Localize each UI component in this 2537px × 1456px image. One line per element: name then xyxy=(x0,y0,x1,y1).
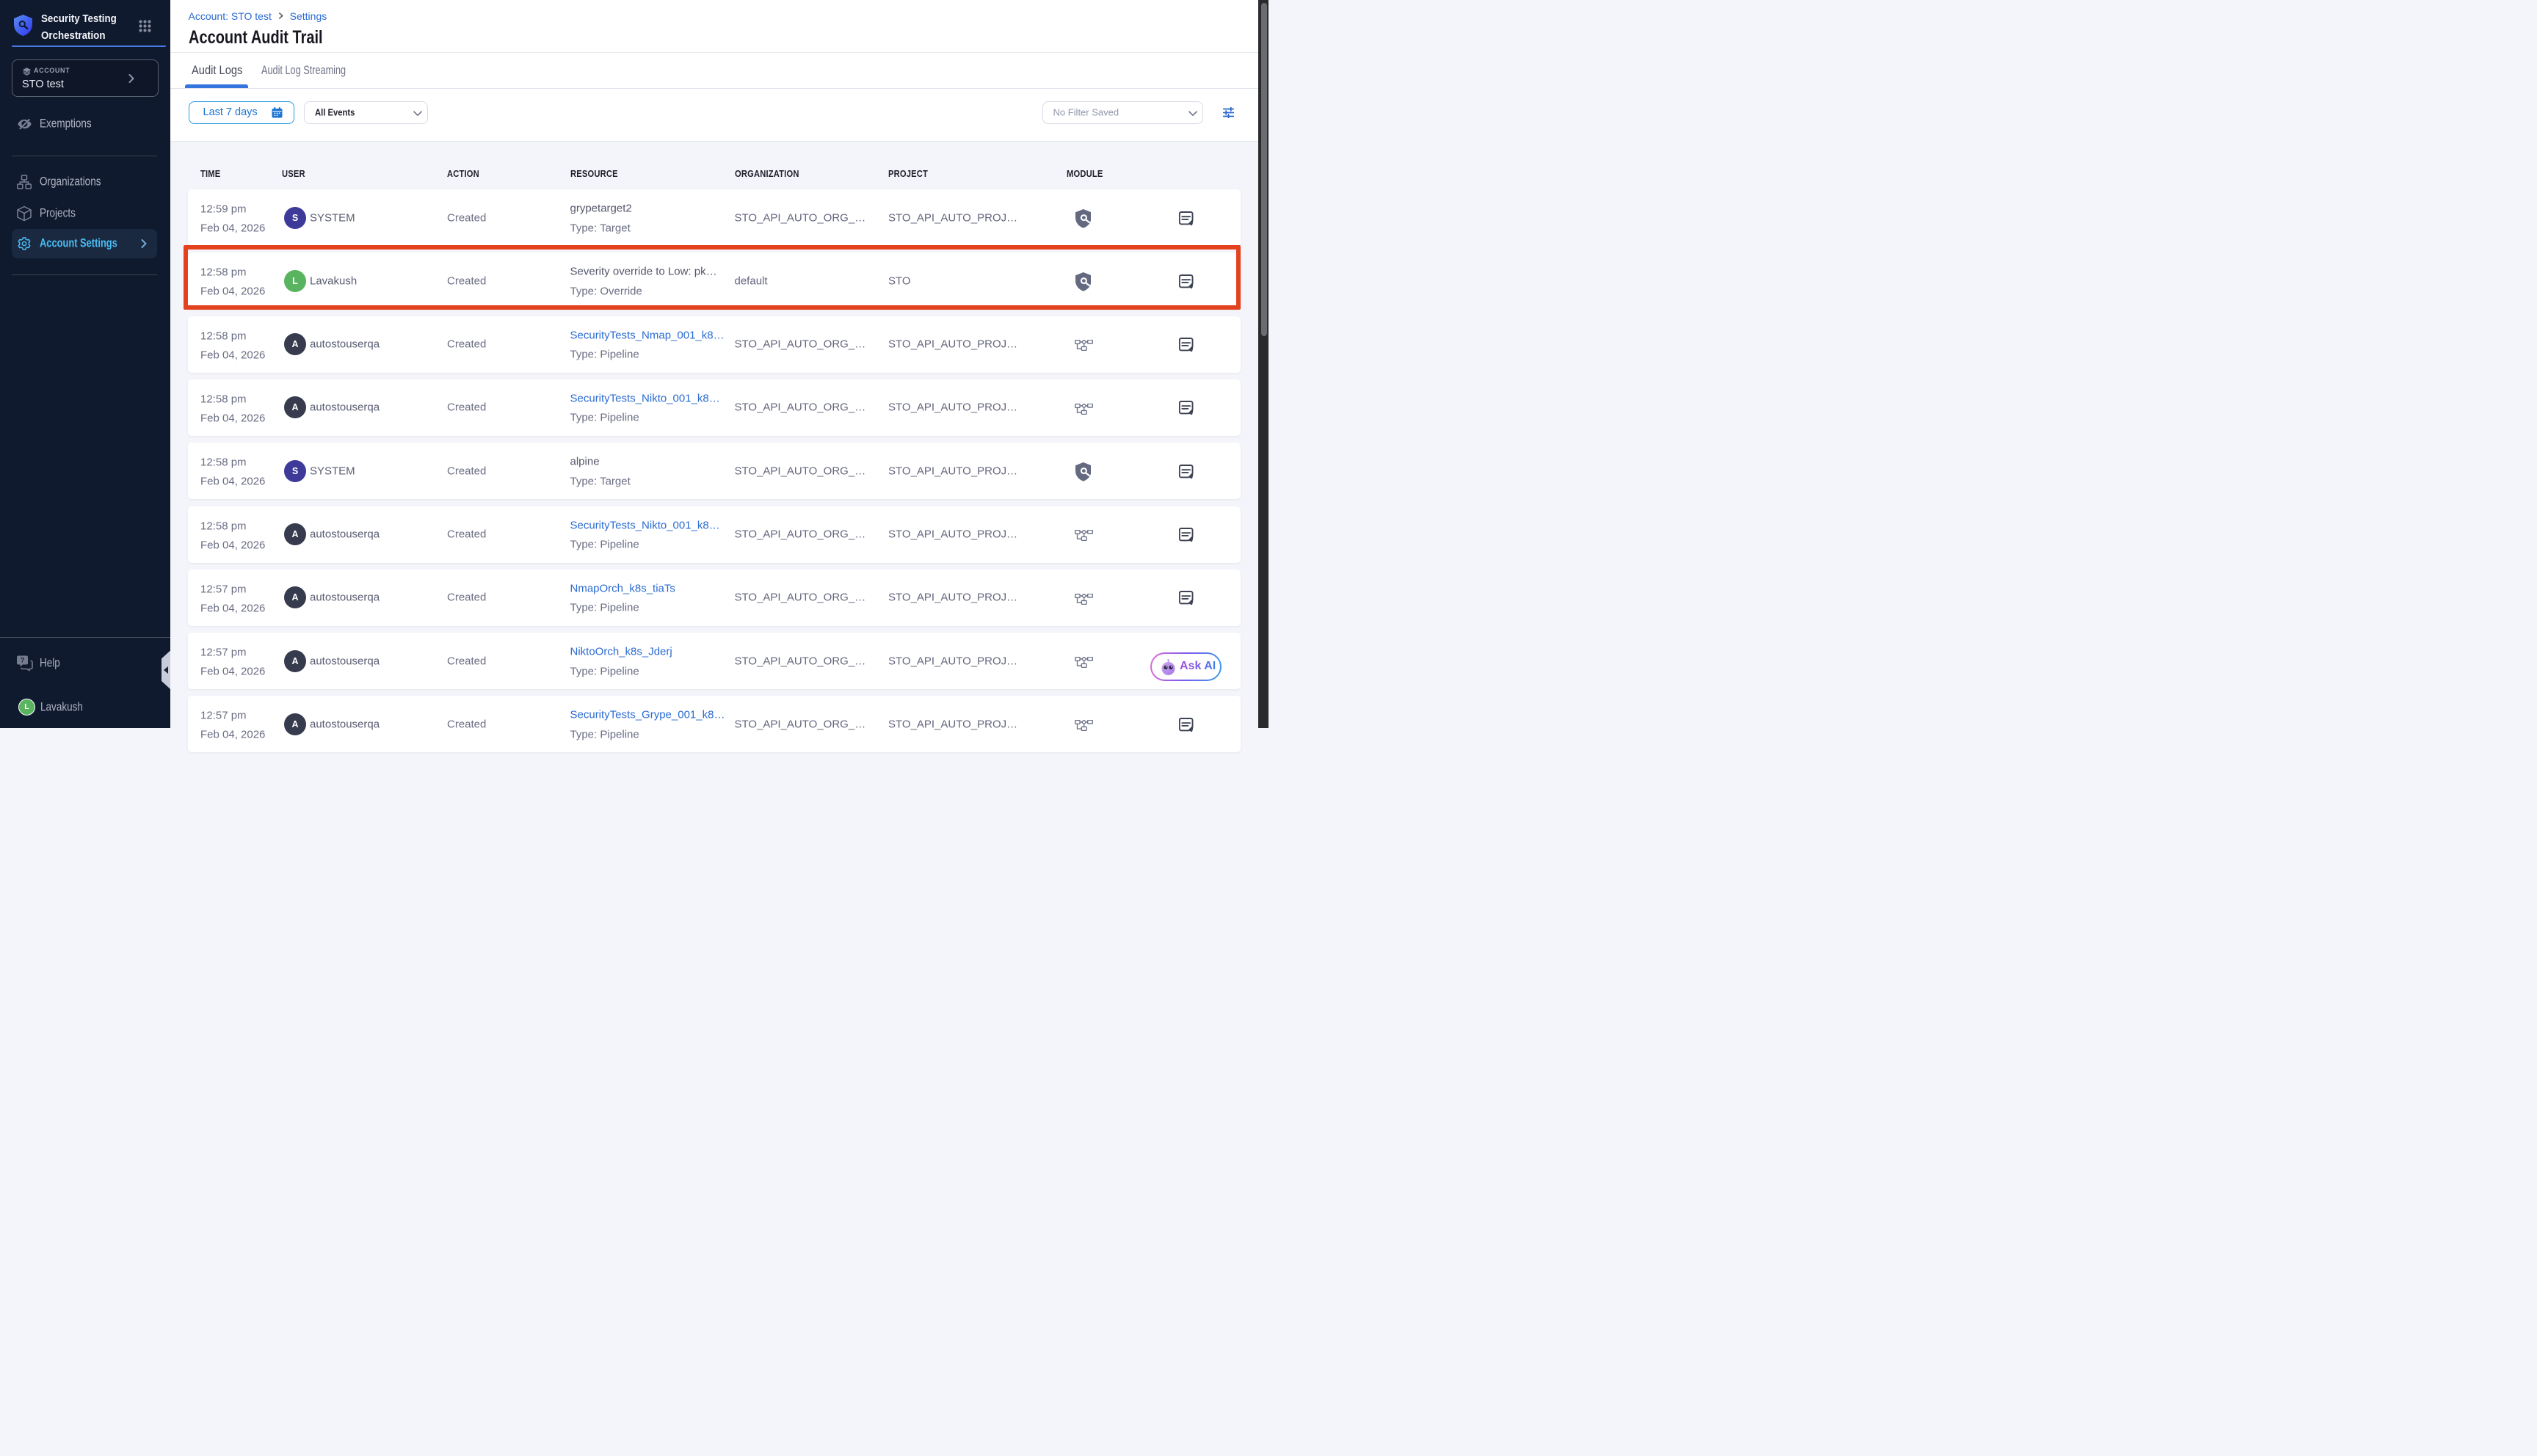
svg-text:?: ? xyxy=(21,657,25,664)
